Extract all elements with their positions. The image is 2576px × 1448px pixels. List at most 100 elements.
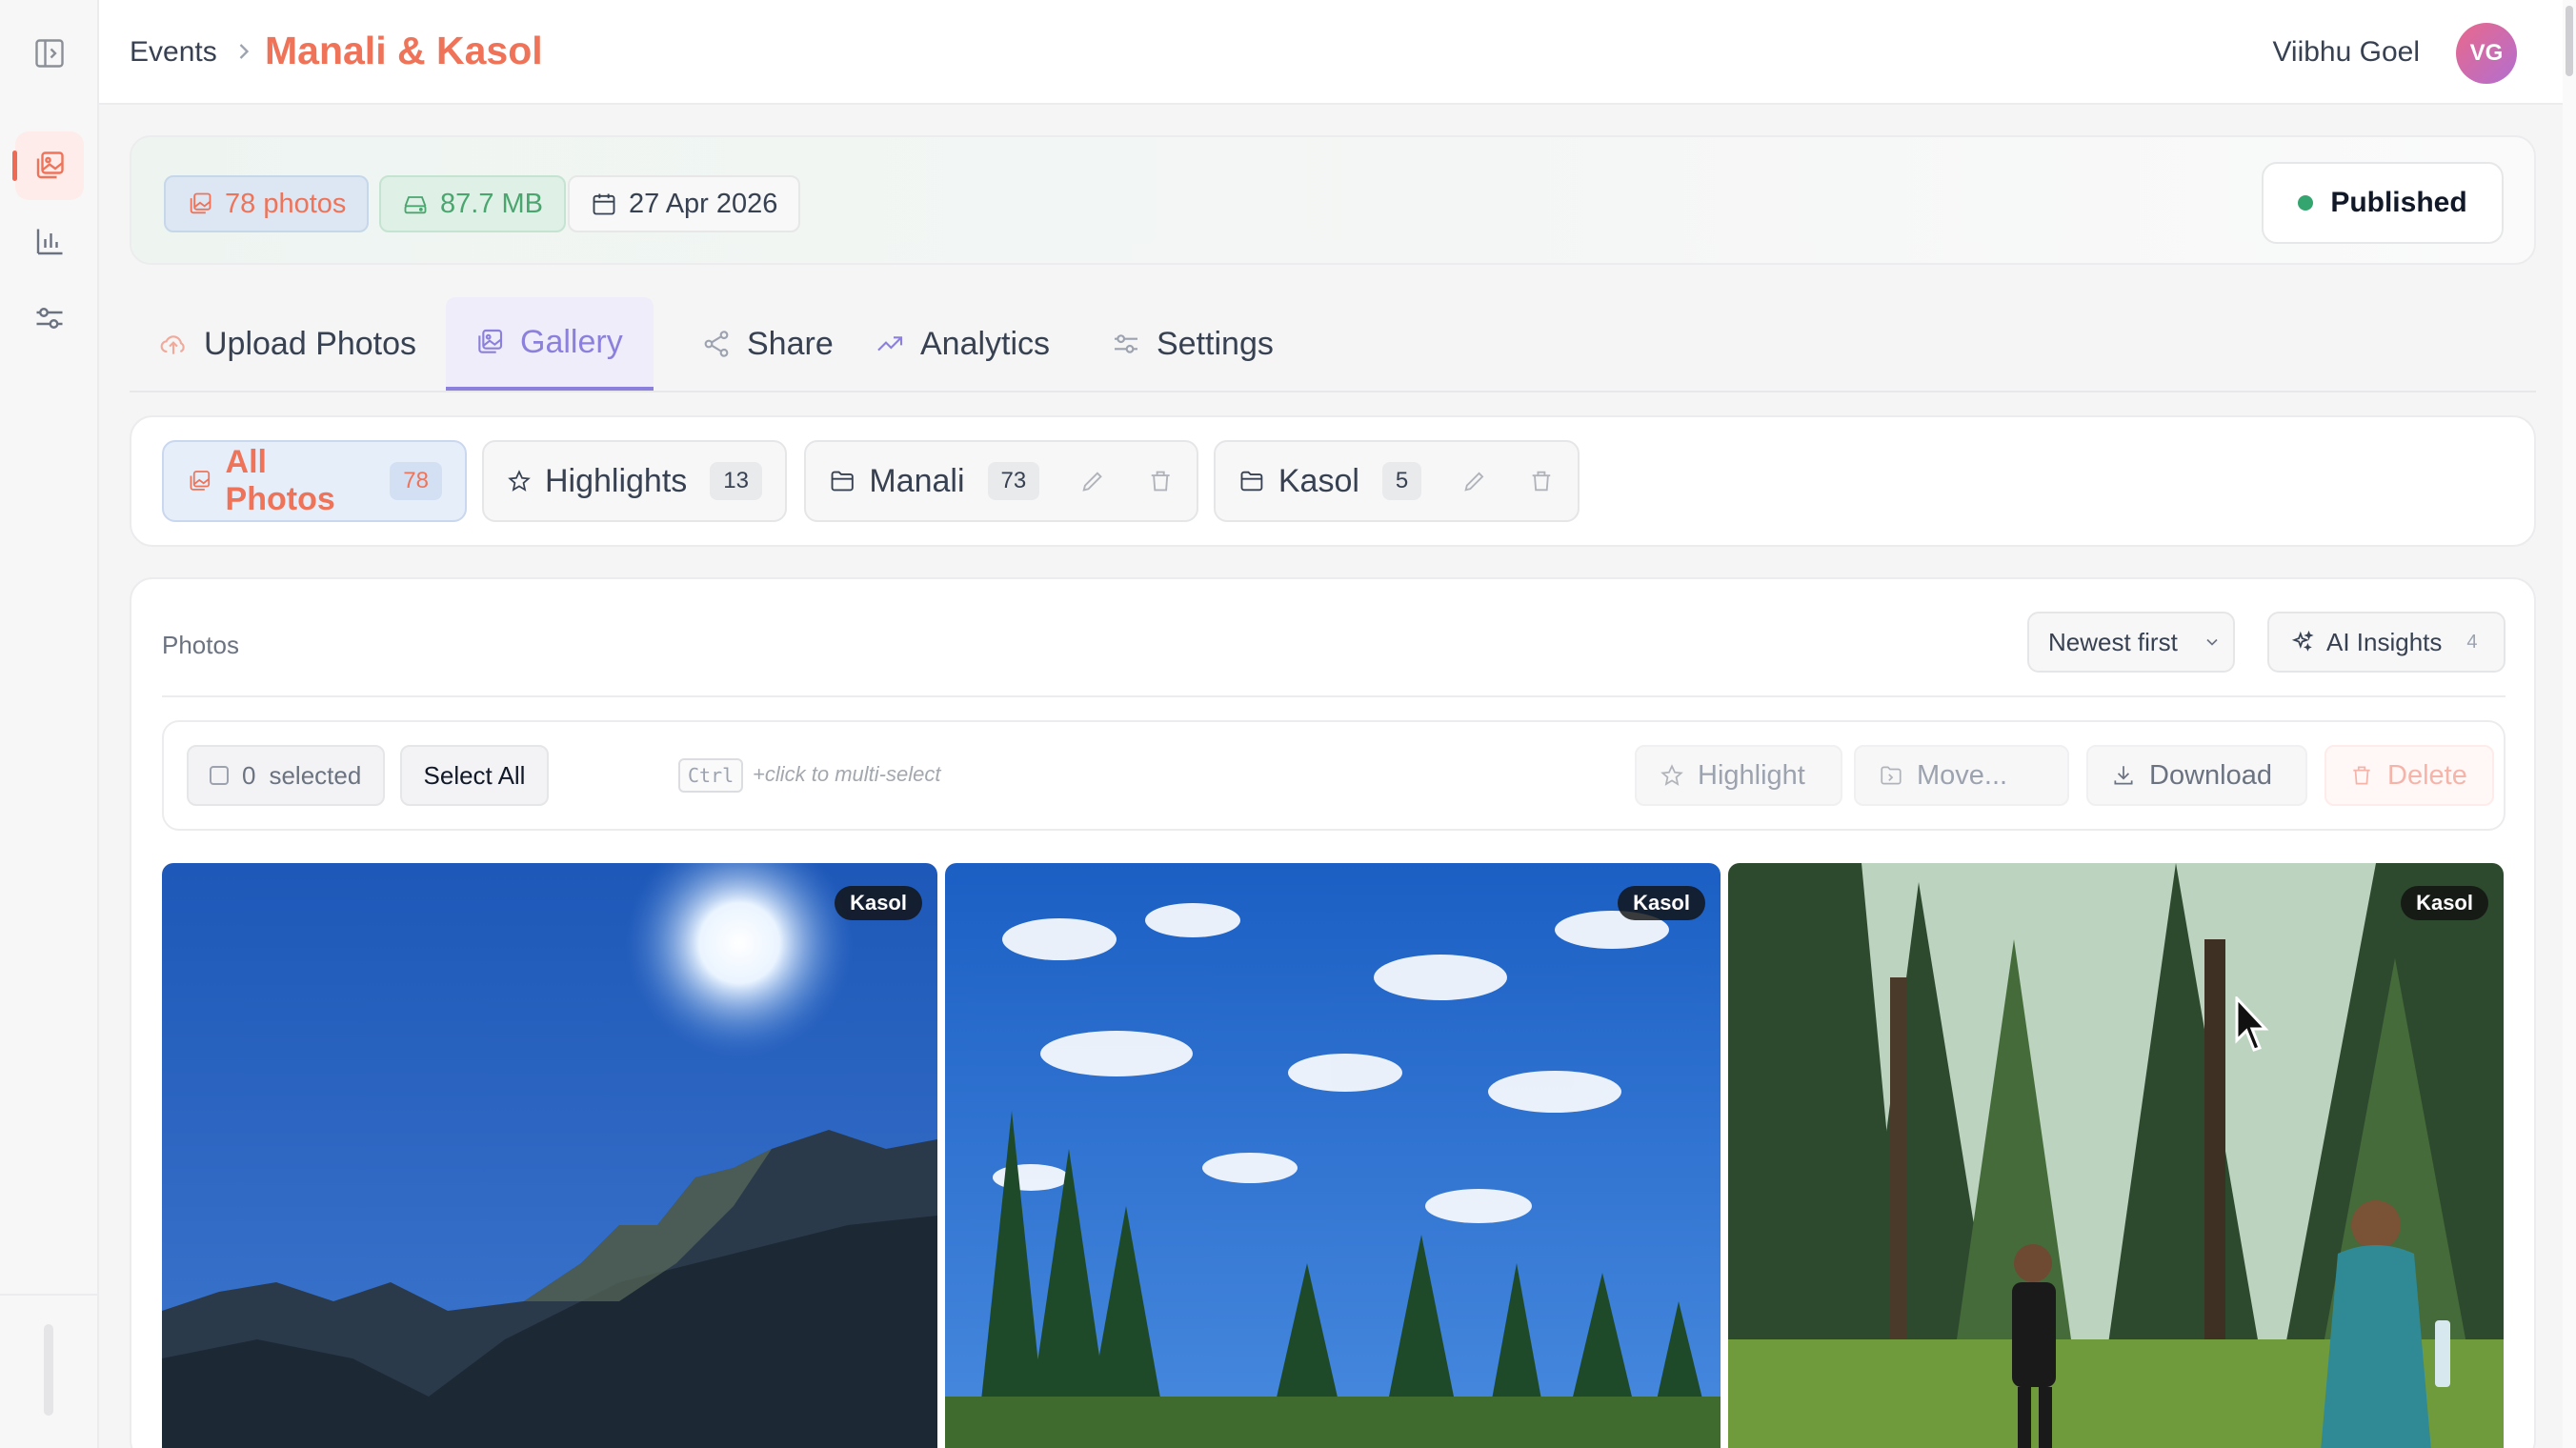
selection-counter[interactable]: 0 selected [187, 745, 385, 806]
highlight-label: Highlight [1698, 759, 1805, 791]
delete-label: Delete [2387, 759, 2467, 791]
event-tabs: Upload Photos Gallery Share Analytics Se… [130, 297, 2536, 392]
sidebar-item-settings[interactable] [15, 284, 84, 352]
trend-icon [877, 336, 903, 352]
selection-toolbar: 0 selected Select All Ctrl +click to mul… [162, 720, 2506, 831]
gallery-icon [190, 471, 211, 491]
tab-label: Share [747, 325, 834, 362]
move-button[interactable]: Move... [1854, 745, 2069, 806]
event-info-banner: 78 photos 87.7 MB 27 Apr 2026 Published [130, 135, 2536, 265]
multi-select-hint: +click to multi-select [753, 762, 941, 786]
sidebar-item-analytics[interactable] [15, 208, 84, 276]
tab-upload-photos[interactable]: Upload Photos [130, 297, 445, 391]
album-label: All Photos [225, 444, 335, 517]
storage-size-pill: 87.7 MB [379, 175, 566, 232]
sidebar-panel-icon [35, 39, 64, 68]
published-status-button[interactable]: Published [2262, 162, 2504, 244]
scrollbar-thumb[interactable] [2566, 6, 2573, 76]
photos-section-title: Photos [162, 631, 239, 659]
highlight-button[interactable]: Highlight [1635, 745, 1842, 806]
album-badge: Kasol [835, 886, 922, 920]
cloud-upload-icon [160, 335, 185, 354]
album-kasol[interactable]: Kasol 5 [1214, 440, 1580, 522]
selected-count: 0 [242, 760, 256, 790]
album-count-badge: 73 [987, 462, 1040, 500]
select-checkbox[interactable] [210, 766, 229, 785]
tab-gallery[interactable]: Gallery [446, 297, 654, 391]
album-label: Manali [869, 462, 965, 499]
sidebar [0, 0, 99, 1448]
event-date-text: 27 Apr 2026 [629, 188, 778, 219]
trash-icon [2353, 766, 2370, 785]
photo-tile[interactable]: Kasol [945, 863, 1721, 1448]
sidebar-item-gallery[interactable] [12, 131, 84, 200]
tab-label: Gallery [520, 323, 623, 360]
user-name[interactable]: Viibhu Goel [2272, 36, 2420, 69]
tab-label: Settings [1157, 325, 1274, 362]
sparkles-icon [2291, 630, 2314, 652]
selected-label: selected [269, 760, 362, 790]
page-scrollbar[interactable] [2563, 0, 2576, 1448]
event-date-pill: 27 Apr 2026 [568, 175, 801, 232]
album-all-photos[interactable]: All Photos 78 [162, 440, 467, 522]
edit-pencil-icon[interactable] [1461, 467, 1488, 495]
tab-share[interactable]: Share [673, 297, 862, 391]
star-icon [508, 470, 531, 492]
photo-count-pill: 78 photos [164, 175, 370, 232]
bar-chart-icon [36, 229, 63, 255]
mouse-cursor-icon [2235, 996, 2269, 1052]
delete-button[interactable]: Delete [2324, 745, 2494, 806]
folder-icon [1240, 471, 1263, 492]
album-label: Highlights [544, 462, 688, 499]
status-label: Published [2330, 187, 2467, 218]
storage-size-text: 87.7 MB [440, 188, 543, 219]
ctrl-key-hint: Ctrl [678, 758, 744, 793]
gallery-icon [36, 151, 64, 179]
hard-drive-icon [404, 196, 427, 214]
album-badge: Kasol [1618, 886, 1705, 920]
photo-mountain-sky [162, 863, 937, 1448]
edit-pencil-icon[interactable] [1079, 467, 1106, 495]
breadcrumb-events-link[interactable]: Events [130, 36, 217, 69]
sidebar-resize-handle[interactable] [44, 1324, 53, 1416]
star-icon [1660, 764, 1683, 786]
photo-tile[interactable]: Kasol [1728, 863, 2504, 1448]
album-count-badge: 78 [390, 462, 442, 500]
tab-analytics[interactable]: Analytics [846, 297, 1078, 391]
photo-tile[interactable]: Kasol [162, 863, 937, 1448]
divider [162, 695, 2506, 697]
chevron-right-icon [239, 44, 250, 59]
sort-value: Newest first [2048, 627, 2178, 656]
sidebar-divider [0, 1294, 99, 1296]
sidebar-toggle-button[interactable] [15, 19, 84, 88]
share-icon [704, 331, 729, 357]
photo-hikers-forest [1728, 863, 2504, 1448]
tab-label: Analytics [920, 325, 1051, 362]
avatar[interactable]: VG [2456, 23, 2517, 84]
photo-clouds-pines [945, 863, 1721, 1448]
photo-count-text: 78 photos [225, 188, 347, 219]
album-label: Kasol [1278, 462, 1359, 499]
calendar-icon [593, 193, 615, 215]
album-filter-bar: All Photos 78 Highlights 13 Manali 73 Ka… [130, 415, 2536, 547]
sliders-icon [36, 308, 63, 329]
gallery-icon [478, 329, 503, 353]
album-count-badge: 5 [1381, 462, 1422, 500]
ai-insights-button[interactable]: AI Insights 4 [2267, 612, 2506, 673]
download-icon [2114, 766, 2133, 785]
album-highlights[interactable]: Highlights 13 [482, 440, 787, 522]
sort-dropdown[interactable]: Newest first [2027, 612, 2235, 673]
trash-icon[interactable] [1528, 467, 1555, 495]
ai-insights-count: 4 [2466, 631, 2478, 653]
trash-icon[interactable] [1147, 467, 1174, 495]
folder-move-icon [1881, 766, 1902, 785]
move-label: Move... [1917, 759, 2008, 791]
download-button[interactable]: Download [2086, 745, 2307, 806]
select-all-button[interactable]: Select All [400, 745, 549, 806]
tab-label: Upload Photos [204, 325, 417, 362]
download-label: Download [2149, 759, 2272, 791]
album-manali[interactable]: Manali 73 [804, 440, 1198, 522]
sliders-icon [1115, 334, 1137, 353]
gallery-icon [190, 192, 211, 214]
tab-settings[interactable]: Settings [1082, 297, 1302, 391]
